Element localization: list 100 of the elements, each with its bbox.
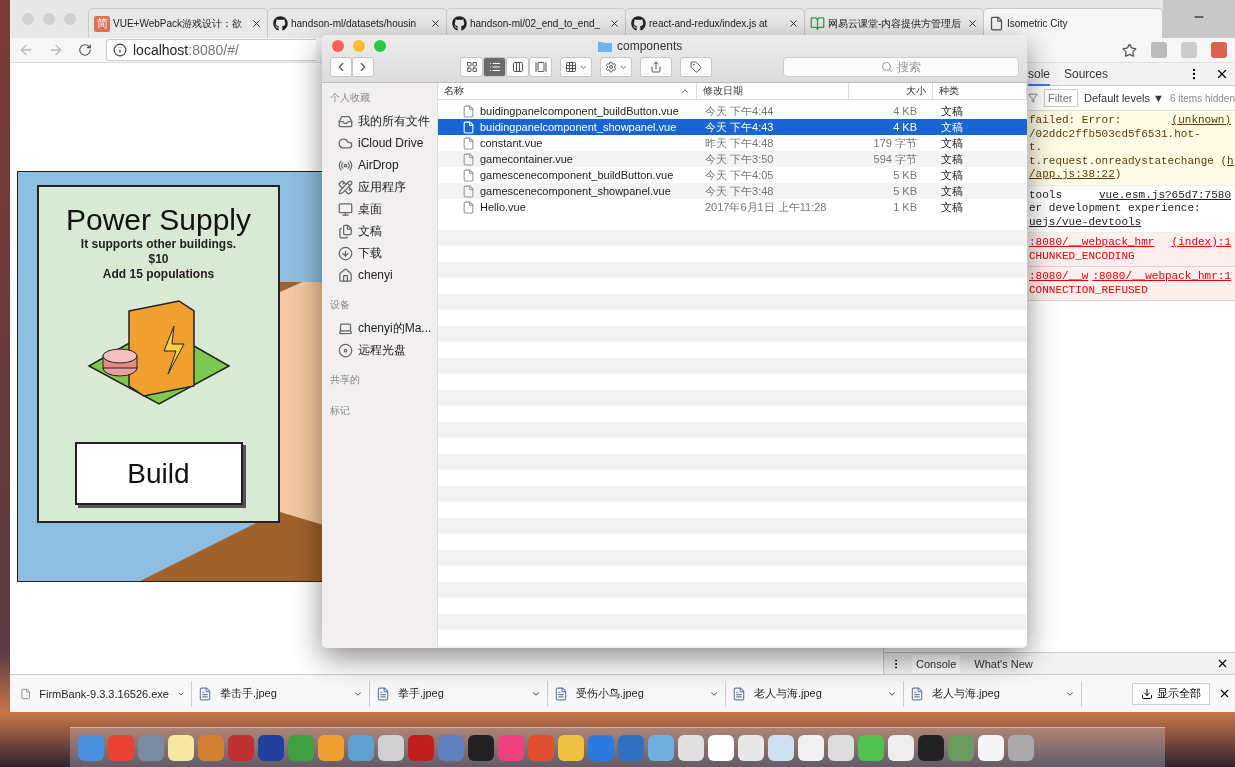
show-all-button[interactable]: 显示全部: [1132, 682, 1210, 705]
app-icon[interactable]: [738, 734, 764, 761]
back-icon[interactable]: [18, 42, 34, 58]
close-icon[interactable]: [430, 18, 441, 29]
address-field[interactable]: localhost:8080/#/: [106, 39, 316, 61]
source-link[interactable]: (unknown): [1171, 114, 1235, 128]
file-row[interactable]: constant.vue 昨天 下午4:48 179 字节 文稿: [438, 135, 1027, 151]
sidebar-item[interactable]: 文稿: [330, 220, 437, 242]
download-item[interactable]: 受伤小鸟.jpeg: [548, 680, 726, 707]
reload-icon[interactable]: [78, 43, 92, 57]
download-item[interactable]: 拳手.jpeg: [370, 680, 548, 707]
minimize-light: [43, 13, 55, 25]
filter-icon[interactable]: [1028, 92, 1038, 104]
download-item[interactable]: FirmBank-9.3.3.16526.exe: [14, 680, 192, 707]
source-link[interactable]: /app.js:38:22: [1029, 168, 1115, 182]
close-light[interactable]: [332, 40, 344, 52]
gallery-view-button[interactable]: [529, 57, 552, 77]
download-item[interactable]: 老人与海.jpeg: [904, 680, 1082, 707]
download-icon: [338, 245, 353, 261]
browser-tab[interactable]: Isometric City: [983, 8, 1163, 38]
grid-icon: [465, 61, 478, 73]
column-header[interactable]: 名称: [438, 83, 697, 99]
filter-field[interactable]: Filter: [1043, 89, 1078, 107]
source-link[interactable]: :8080/__webpack_hmr: [1029, 236, 1155, 250]
star-icon[interactable]: [1122, 42, 1137, 58]
close-icon[interactable]: [1218, 687, 1231, 700]
source-link[interactable]: h: [1227, 154, 1234, 168]
console-text: CHUNKED_ENCODING: [1029, 249, 1135, 263]
source-link[interactable]: uejs/vue-devtools: [1029, 215, 1142, 229]
column-header[interactable]: 修改日期: [697, 83, 849, 99]
forward-icon[interactable]: [48, 42, 64, 58]
close-icon[interactable]: [1215, 67, 1229, 81]
file-kind: 文稿: [940, 119, 964, 135]
file-row[interactable]: Hello.vue 2017年6月1日 上午11:28 1 KB 文稿: [438, 199, 1027, 215]
column-view-button[interactable]: [506, 57, 529, 77]
close-icon[interactable]: [967, 18, 978, 29]
app-icon[interactable]: [798, 734, 824, 761]
source-link[interactable]: vue.esm.js?65d7:7580: [1098, 188, 1235, 202]
action-button[interactable]: [600, 57, 632, 77]
build-button[interactable]: Build: [74, 442, 243, 505]
arrange-button[interactable]: [560, 57, 592, 77]
file-row[interactable]: gamescenecomponent_showpanel.vue 今天 下午3:48 5 KB 文稿: [438, 183, 1027, 199]
sidebar-item[interactable]: 应用程序: [330, 176, 437, 198]
file-row[interactable]: gamecontainer.vue 今天 下午3:50 594 字节 文稿: [438, 151, 1027, 167]
sidebar-item[interactable]: 远程光盘: [330, 339, 437, 361]
app-icon[interactable]: [468, 734, 494, 761]
close-icon[interactable]: [609, 18, 620, 29]
sidebar-item[interactable]: 桌面: [330, 198, 437, 220]
file-row[interactable]: buidingpanelcomponent_buildButton.vue 今天 下午4:44 4 KB 文稿: [438, 103, 1027, 119]
info-icon: [113, 43, 127, 57]
devtools-tab[interactable]: Sources: [1064, 62, 1109, 86]
sidebar-item[interactable]: iCloud Drive: [330, 132, 437, 154]
sidebar-item[interactable]: chenyi: [330, 264, 437, 286]
close-icon[interactable]: [788, 18, 799, 29]
forward-button[interactable]: [352, 57, 374, 77]
sidebar-item[interactable]: 我的所有文件: [330, 110, 437, 132]
back-button[interactable]: [330, 57, 352, 77]
column-header[interactable]: 种类: [933, 83, 1027, 99]
tag-button[interactable]: [680, 57, 712, 77]
app-icon[interactable]: [708, 734, 734, 761]
app-icon[interactable]: [258, 734, 284, 761]
app-icon[interactable]: [978, 734, 1004, 761]
file-kind: 文稿: [940, 135, 964, 151]
app-icon[interactable]: [678, 734, 704, 761]
file-row[interactable]: gamescenecomponent_buildButton.vue 今天 下午4:05 5 KB 文稿: [438, 167, 1027, 183]
file-name: gamescenecomponent_showpanel.vue: [480, 185, 671, 197]
file-row[interactable]: buidingpanelcomponent_showpanel.vue 今天 下午4:43 4 KB 文稿: [438, 119, 1027, 135]
extension-icon[interactable]: [1211, 42, 1227, 58]
app-icon[interactable]: [888, 734, 914, 761]
file-size: 594 字节: [872, 151, 918, 167]
levels-dropdown[interactable]: Default levels ▼: [1083, 92, 1164, 104]
sidebar-item[interactable]: chenyi的Ma...: [330, 317, 437, 339]
icon-view-button[interactable]: [460, 57, 483, 77]
sidebar-item[interactable]: 下载: [330, 242, 437, 264]
app-icon[interactable]: [378, 734, 404, 761]
cloud-icon: [338, 135, 353, 151]
close-icon[interactable]: [251, 18, 262, 29]
source-link[interactable]: :8080/__webpack_hmr:1: [1092, 270, 1235, 284]
app-icon[interactable]: [558, 734, 584, 761]
column-header[interactable]: 大小: [849, 83, 933, 99]
close-icon[interactable]: [1216, 657, 1229, 670]
file-icon: [462, 120, 475, 134]
drawer-tab[interactable]: Console: [912, 654, 961, 673]
source-link[interactable]: (index):1: [1171, 236, 1235, 250]
app-icon[interactable]: [768, 734, 794, 761]
sidebar-item[interactable]: AirDrop: [330, 154, 437, 176]
console-text: t.request.onreadystatechange (: [1029, 154, 1228, 168]
app-icon[interactable]: [918, 734, 944, 761]
list-view-button[interactable]: [483, 57, 506, 77]
drawer-tab[interactable]: What's New: [970, 654, 1037, 673]
app-icon[interactable]: [828, 734, 854, 761]
app-icon[interactable]: [168, 734, 194, 761]
source-link[interactable]: :8080/__w: [1029, 270, 1089, 284]
download-item[interactable]: 老人与海.jpeg: [726, 680, 904, 707]
browser-tab[interactable]: 简 VUE+WebPack游戏设计：欲: [88, 8, 268, 38]
console-text: ): [1114, 168, 1122, 182]
download-icon: [1141, 687, 1153, 700]
download-item[interactable]: 拳击手.jpeg: [192, 680, 370, 707]
share-button[interactable]: [640, 57, 672, 77]
zoom-light[interactable]: [374, 40, 386, 52]
